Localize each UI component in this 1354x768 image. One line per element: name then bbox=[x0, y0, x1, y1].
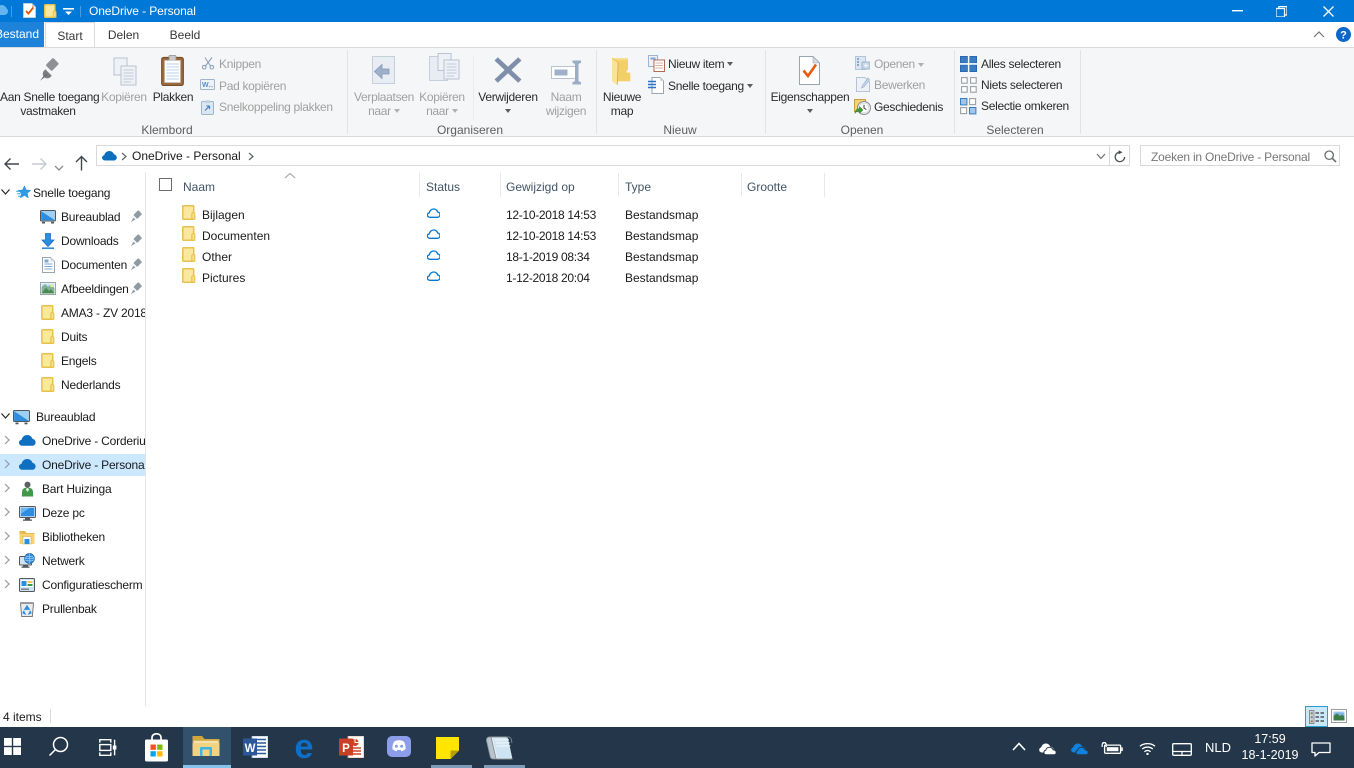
svg-text:W: W bbox=[245, 743, 256, 755]
svg-text:P: P bbox=[342, 743, 350, 755]
svg-text:?: ? bbox=[1340, 29, 1347, 41]
svg-text:W: W bbox=[202, 82, 209, 89]
